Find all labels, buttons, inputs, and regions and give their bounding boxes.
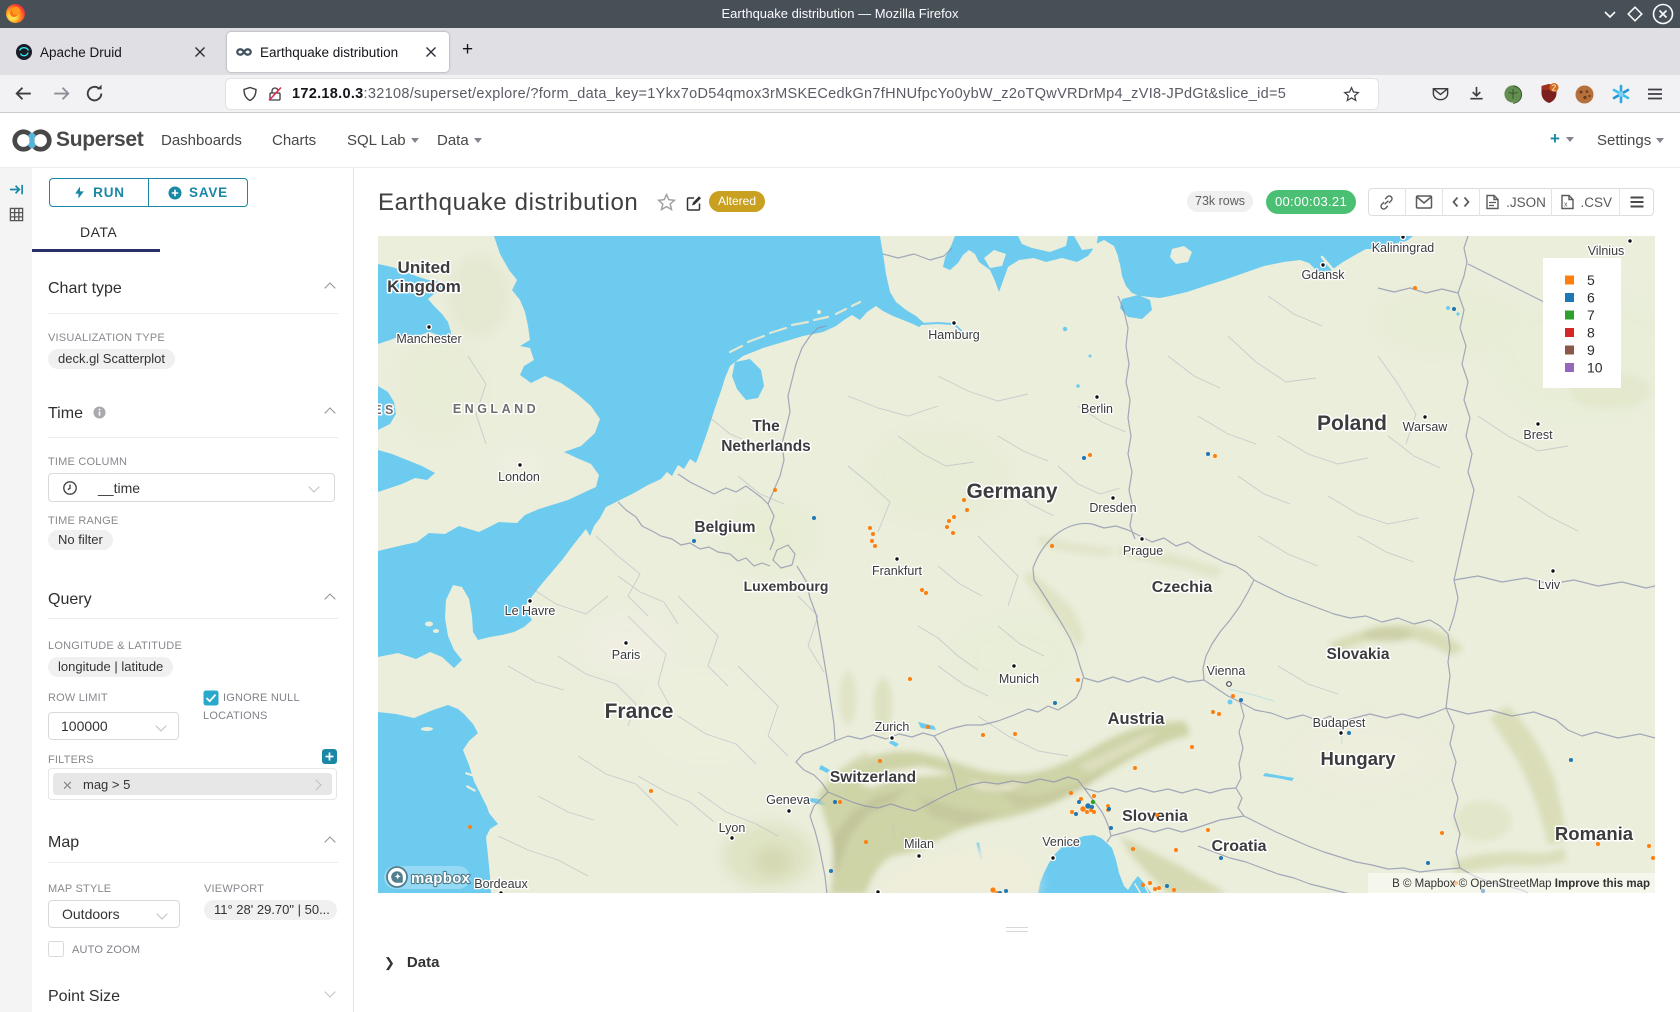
svg-text:Bordeaux: Bordeaux [474,877,528,891]
svg-text:Netherlands: Netherlands [721,438,811,455]
svg-text:United: United [398,258,451,277]
svg-text:Paris: Paris [612,648,640,662]
svg-text:Kaliningrad: Kaliningrad [1372,241,1435,255]
svg-text:Kingdom: Kingdom [387,277,461,296]
svg-text:Romania: Romania [1555,823,1634,844]
svg-text:2: 2 [1552,83,1557,92]
svg-text:Slovakia: Slovakia [1327,646,1390,663]
svg-text:Vienna: Vienna [1207,664,1246,678]
svg-text:Manchester: Manchester [396,332,461,346]
svg-text:x: x [1564,202,1568,209]
svg-text:Hungary: Hungary [1320,748,1396,769]
svg-text:Milan: Milan [904,837,934,851]
svg-text:Brest: Brest [1523,428,1553,442]
svg-text:Venice: Venice [1042,835,1080,849]
svg-text:5: 5 [1587,272,1595,288]
svg-text:Vilnius: Vilnius [1588,244,1625,258]
svg-text:Zurich: Zurich [875,720,910,734]
svg-text:Geneva: Geneva [766,793,810,807]
svg-text:Croatia: Croatia [1211,838,1266,855]
svg-text:Slovenia: Slovenia [1122,808,1188,825]
svg-text:B © Mapbox © OpenStreetMap Imp: B © Mapbox © OpenStreetMap Improve this … [1392,878,1650,890]
svg-text:Warsaw: Warsaw [1403,420,1449,434]
svg-text:Poland: Poland [1317,412,1387,435]
svg-text:mapbox: mapbox [411,870,471,887]
svg-text:Lviv: Lviv [1538,578,1561,592]
svg-text:Munich: Munich [999,672,1039,686]
svg-text:Berlin: Berlin [1081,402,1113,416]
svg-text:7: 7 [1587,307,1595,323]
svg-text:London: London [498,470,540,484]
svg-text:Gdansk: Gdansk [1301,268,1345,282]
svg-text:Le Havre: Le Havre [505,604,556,618]
svg-text:Czechia: Czechia [1152,579,1213,596]
svg-text:Dresden: Dresden [1089,501,1136,515]
svg-text:9: 9 [1587,342,1595,358]
svg-text:Prague: Prague [1123,544,1163,558]
svg-text:France: France [605,700,674,723]
svg-text:8: 8 [1587,325,1595,341]
svg-text:Germany: Germany [966,480,1057,503]
svg-text:ENGLAND: ENGLAND [453,402,539,416]
svg-text:Luxembourg: Luxembourg [744,578,829,594]
svg-text:6: 6 [1587,290,1595,306]
svg-text:Frankfurt: Frankfurt [872,564,923,578]
svg-text:Belgium: Belgium [694,519,755,536]
svg-text:The: The [752,418,780,435]
svg-text:Switzerland: Switzerland [830,769,916,786]
svg-text:10: 10 [1587,360,1603,376]
svg-text:Lyon: Lyon [719,821,746,835]
svg-text:Austria: Austria [1108,710,1166,728]
svg-text:Budapest: Budapest [1313,716,1366,730]
svg-text:Hamburg: Hamburg [928,328,979,342]
svg-text:ES: ES [378,403,397,417]
